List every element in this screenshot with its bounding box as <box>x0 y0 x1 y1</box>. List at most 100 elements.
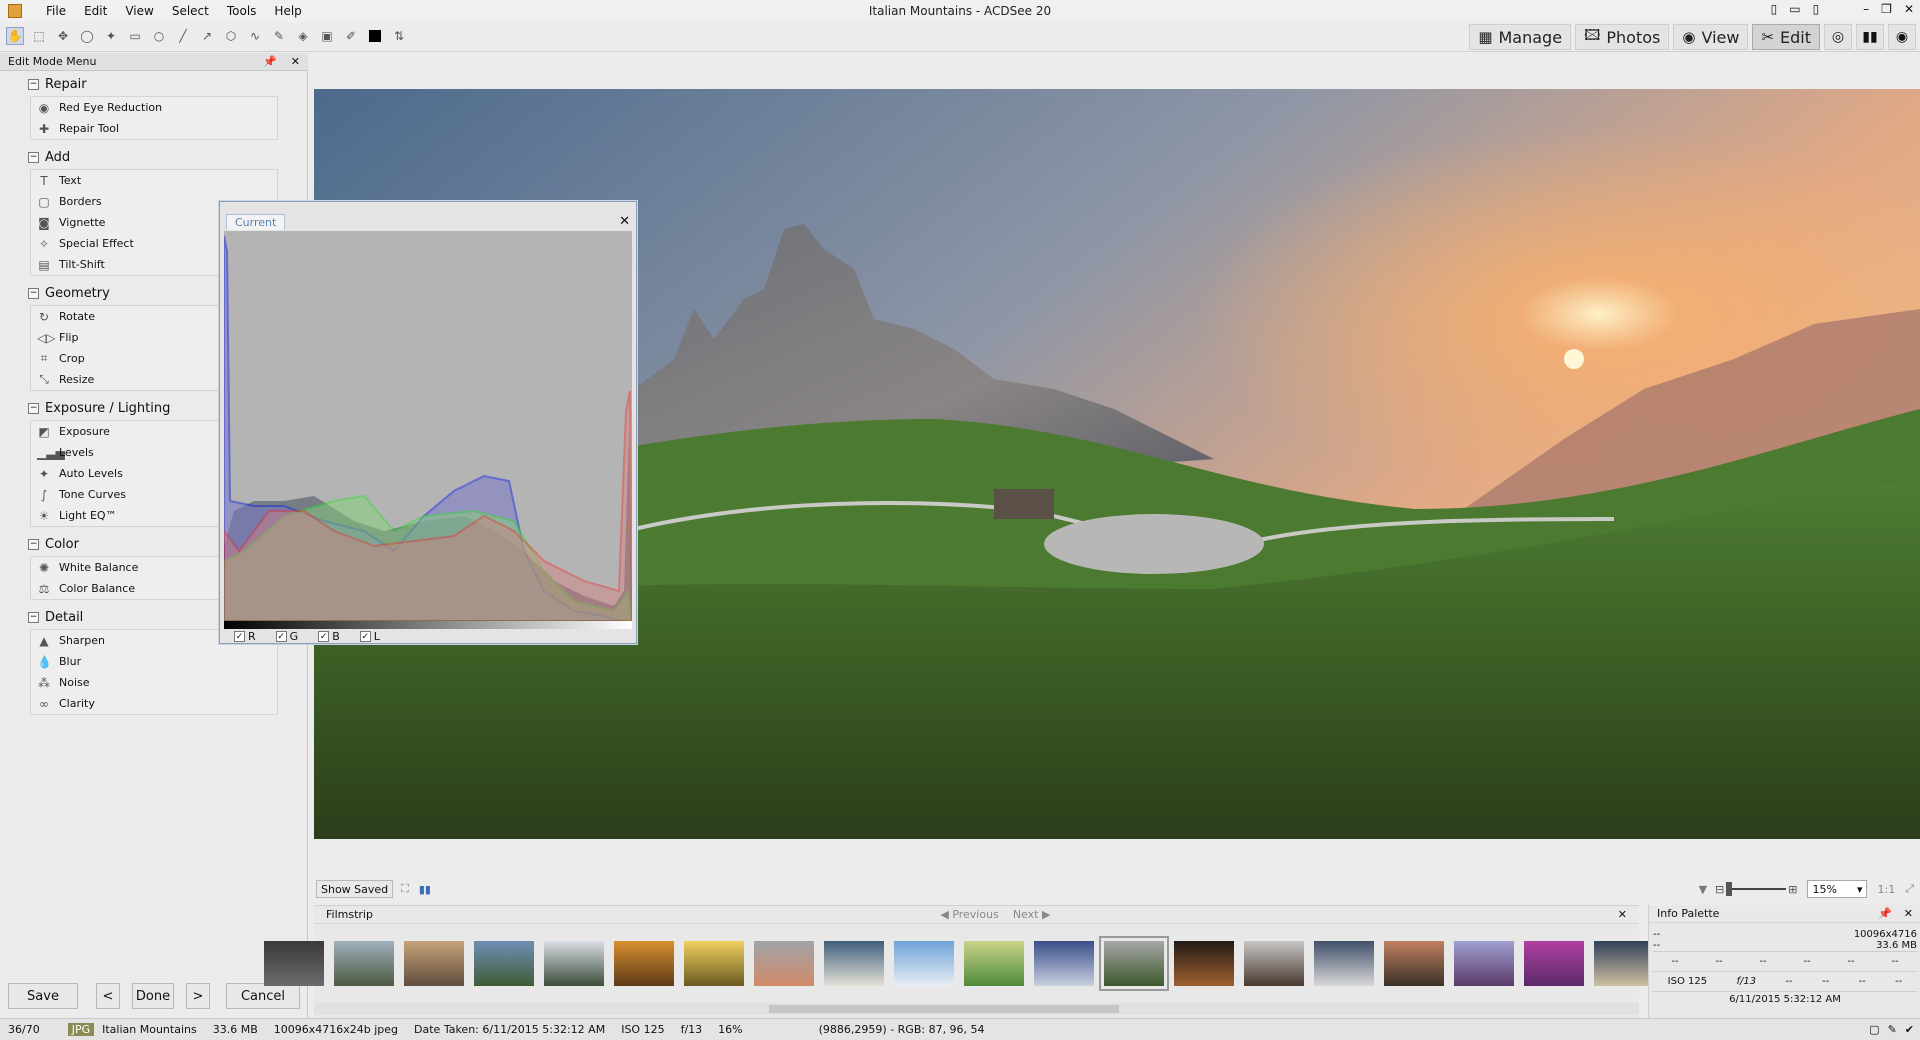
magic-wand-icon[interactable]: ✦ <box>102 27 120 45</box>
edit-pen-icon[interactable]: ✎ <box>1884 1023 1901 1036</box>
balance-icon: ⚖ <box>38 581 50 596</box>
fit-icon[interactable]: ⤢ <box>1905 882 1914 896</box>
minimize-button[interactable]: – <box>1863 2 1869 16</box>
done-button[interactable]: Done <box>132 983 174 1009</box>
channel-g-checkbox[interactable]: ✓ G <box>275 630 298 643</box>
hand-tool-icon[interactable]: ✋ <box>6 27 24 45</box>
menu-item-text[interactable]: T Text <box>31 170 277 191</box>
brush-tool-icon[interactable]: ✎ <box>270 27 288 45</box>
actual-size-button[interactable]: 1:1 <box>1877 883 1895 896</box>
filmstrip-thumbnail[interactable] <box>1174 941 1234 986</box>
close-button[interactable]: ✕ <box>1904 2 1914 16</box>
previous-link[interactable]: ◀ Previous <box>940 908 998 921</box>
filmstrip-thumbnail[interactable] <box>684 941 744 986</box>
cancel-button[interactable]: Cancel <box>226 983 300 1009</box>
menu-item-clarity[interactable]: ∞ Clarity <box>31 693 277 714</box>
collapse-icon: − <box>28 287 39 299</box>
restore-button[interactable]: ❐ <box>1881 2 1892 16</box>
acdsee-365-icon[interactable]: ◎ <box>1824 24 1852 50</box>
histogram-toggle-icon[interactable]: ▮▮ <box>419 883 431 896</box>
zoom-slider-handle[interactable] <box>1726 882 1733 896</box>
show-saved-button[interactable]: Show Saved <box>316 880 394 898</box>
tab-current[interactable]: Current <box>226 214 286 230</box>
freehand-tool-icon[interactable]: ∿ <box>246 27 264 45</box>
zoom-out-icon[interactable]: ⊟ <box>1715 883 1724 896</box>
info-dash: -- <box>1821 976 1830 987</box>
filmstrip-scrollbar[interactable] <box>314 1003 1639 1015</box>
color-swatch-icon[interactable] <box>366 27 384 45</box>
menu-item-repair-tool[interactable]: ✚ Repair Tool <box>31 118 277 139</box>
filmstrip-thumbnail[interactable] <box>1524 941 1584 986</box>
previous-image-button[interactable]: < <box>96 983 120 1009</box>
line-tool-icon[interactable]: ╱ <box>174 27 192 45</box>
filmstrip-thumbnail[interactable] <box>614 941 674 986</box>
pin-icon[interactable]: 📌 <box>1878 907 1892 920</box>
filmstrip-thumbnail[interactable] <box>474 941 534 986</box>
channel-b-checkbox[interactable]: ✓ B <box>318 630 340 643</box>
gradient-tool-icon[interactable]: ▣ <box>318 27 336 45</box>
zoom-slider[interactable] <box>1726 882 1787 896</box>
fill-tool-icon[interactable]: ◈ <box>294 27 312 45</box>
filmstrip-thumbnail[interactable] <box>1594 941 1654 986</box>
histogram-palette[interactable]: Current ✕ ✓ R ✓ G ✓ B ✓ L <box>219 201 637 644</box>
dashboard-icon[interactable]: ▮▮ <box>1856 24 1884 50</box>
lasso-tool-icon[interactable]: ◯ <box>78 27 96 45</box>
filmstrip-thumbnail[interactable] <box>1314 941 1374 986</box>
layout-right-icon[interactable]: ▯ <box>1813 2 1820 16</box>
group-header[interactable]: − Repair <box>28 75 278 93</box>
check-icon[interactable]: ✔ <box>1901 1023 1920 1036</box>
filmstrip-thumbnail[interactable] <box>1244 941 1304 986</box>
save-button[interactable]: Save <box>8 983 78 1009</box>
zoom-dropdown-icon[interactable]: ▼ <box>1699 883 1707 896</box>
view-mode-icon[interactable]: ▢ <box>1865 1023 1883 1036</box>
move-tool-icon[interactable]: ✥ <box>54 27 72 45</box>
filmstrip-thumbnail[interactable] <box>1384 941 1444 986</box>
status-zoom: 16% <box>718 1023 743 1036</box>
menu-item-blur[interactable]: 💧 Blur <box>31 651 277 672</box>
mode-edit[interactable]: ✂ Edit <box>1752 24 1820 50</box>
filmstrip-thumbnail[interactable] <box>334 941 394 986</box>
filmstrip-thumbnail[interactable] <box>824 941 884 986</box>
rectangle-tool-icon[interactable]: ▭ <box>126 27 144 45</box>
filmstrip-thumbnail[interactable] <box>1034 941 1094 986</box>
eyedropper-icon[interactable]: ✐ <box>342 27 360 45</box>
group-header[interactable]: − Add <box>28 148 278 166</box>
info-close-icon[interactable]: ✕ <box>1904 907 1913 920</box>
next-image-button[interactable]: > <box>186 983 210 1009</box>
channel-r-checkbox[interactable]: ✓ R <box>234 630 256 643</box>
filmstrip-thumbnail[interactable] <box>1454 941 1514 986</box>
filmstrip-thumbnail[interactable] <box>754 941 814 986</box>
filmstrip-close-icon[interactable]: ✕ <box>1618 908 1627 921</box>
menu-item-red-eye-reduction[interactable]: ◉ Red Eye Reduction <box>31 97 277 118</box>
ellipse-tool-icon[interactable]: ○ <box>150 27 168 45</box>
panel-close-icon[interactable]: ✕ <box>291 55 300 68</box>
mode-view[interactable]: ◉ View <box>1673 24 1749 50</box>
bandage-icon: ✚ <box>38 121 50 136</box>
filmstrip-thumbnail[interactable] <box>1099 936 1169 991</box>
histogram-close-icon[interactable]: ✕ <box>619 214 630 229</box>
preview-eye-icon[interactable]: ◉ <box>1888 24 1916 50</box>
group-repair: − Repair ◉ Red Eye Reduction ✚ Repair Tool <box>28 75 278 140</box>
fullscreen-icon[interactable]: ⛶ <box>401 882 409 896</box>
layout-bottom-icon[interactable]: ▭ <box>1789 2 1800 16</box>
polygon-tool-icon[interactable]: ⬡ <box>222 27 240 45</box>
filmstrip-thumbnail[interactable] <box>964 941 1024 986</box>
next-link[interactable]: Next ▶ <box>1013 908 1051 921</box>
arrow-tool-icon[interactable]: ↗ <box>198 27 216 45</box>
mode-manage[interactable]: ▦ Manage <box>1469 24 1572 50</box>
menu-item-noise[interactable]: ⁂ Noise <box>31 672 277 693</box>
mode-photos[interactable]: 🖾 Photos <box>1575 24 1670 50</box>
zoom-select[interactable]: 15% ▾ <box>1807 880 1868 898</box>
filmstrip-thumbnail[interactable] <box>404 941 464 986</box>
zoom-in-icon[interactable]: ⊞ <box>1788 883 1797 896</box>
filmstrip-thumbnail[interactable] <box>894 941 954 986</box>
filmstrip-thumbnail[interactable] <box>544 941 604 986</box>
scrollbar-thumb[interactable] <box>769 1005 1119 1013</box>
layout-left-icon[interactable]: ▯ <box>1771 2 1778 16</box>
pin-icon[interactable]: 📌 <box>263 55 277 68</box>
status-index: 36/70 <box>8 1023 40 1036</box>
filmstrip-thumbnail[interactable] <box>264 941 324 986</box>
channel-l-checkbox[interactable]: ✓ L <box>359 630 380 643</box>
select-tool-icon[interactable]: ⬚ <box>30 27 48 45</box>
swap-colors-icon[interactable]: ⇅ <box>390 27 408 45</box>
